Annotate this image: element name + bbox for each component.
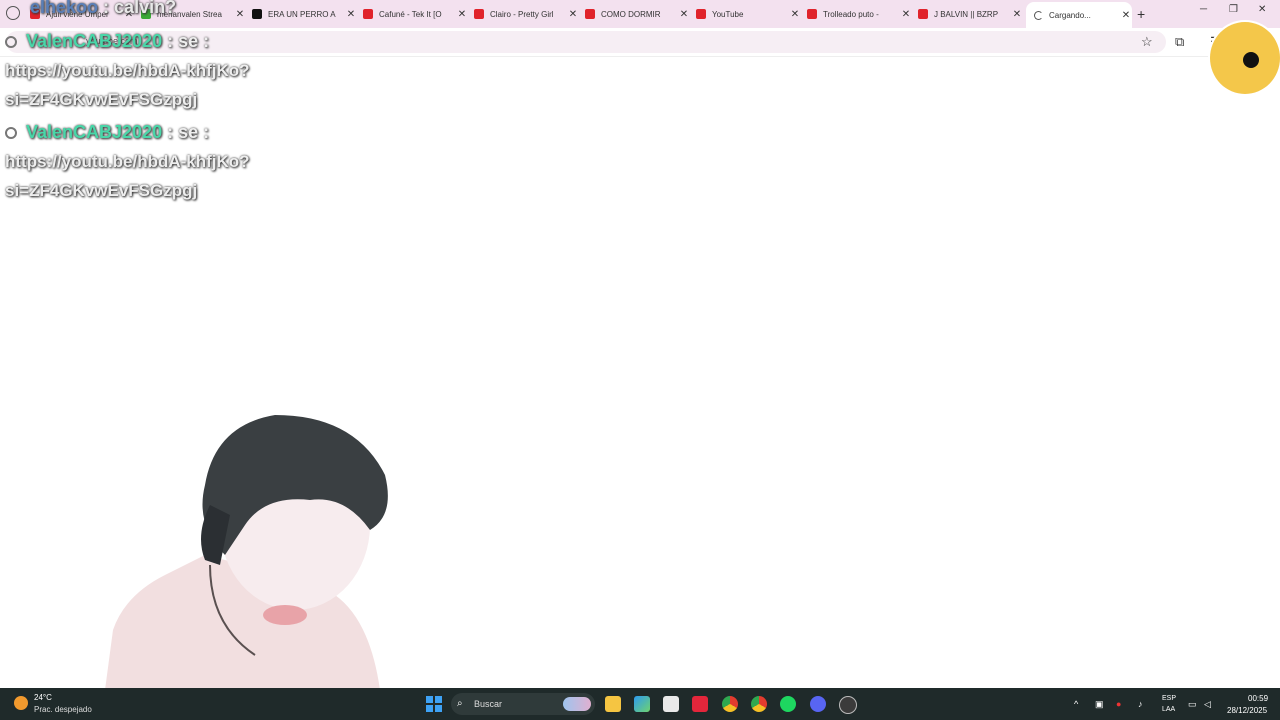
tab-title: Trolleado puto -	[823, 9, 879, 19]
discord-icon[interactable]	[810, 696, 826, 712]
profile-icon[interactable]	[6, 6, 20, 20]
search-placeholder: Buscar	[474, 699, 503, 709]
chat-badge-icon	[5, 127, 17, 140]
restore-icon[interactable]: ❐	[1229, 4, 1238, 15]
tab-title: ERA UN PERRO A	[268, 9, 336, 19]
browser-tab[interactable]: J BALVIN || BZRP ✕	[918, 4, 1023, 24]
chat-link[interactable]: https://youtu.be/hbdA-khfjKo?	[5, 61, 250, 81]
tab-title: Cargando...	[1049, 10, 1091, 20]
youtube-icon	[585, 9, 595, 19]
bookmark-star-icon[interactable]: ☆	[1141, 34, 1153, 50]
close-tab-icon[interactable]: ✕	[678, 9, 690, 20]
tray-status-icon[interactable]: ●	[1116, 699, 1121, 709]
chat-message-top: elhekoo : calvin?	[30, 0, 176, 18]
close-tab-icon[interactable]: ✕	[1120, 10, 1132, 21]
close-tab-icon[interactable]: ✕	[567, 9, 579, 20]
tab-title: COMO DORMIR	[601, 9, 661, 19]
browser-tab[interactable]: Cafuné - Tek It [O ✕	[363, 4, 468, 24]
chat-badge-icon	[5, 36, 17, 49]
tab-title: Clairo - Pretty Girl	[490, 9, 554, 19]
tab-title: J BALVIN || BZRP	[934, 9, 999, 19]
chrome-icon[interactable]	[722, 696, 738, 712]
youtube-icon	[918, 9, 928, 19]
wps-office-icon[interactable]	[692, 696, 708, 712]
weather-sun-icon[interactable]	[14, 696, 28, 710]
chat-username: ValenCABJ2020	[26, 122, 163, 142]
youtube-icon	[807, 9, 817, 19]
language-indicator[interactable]: ESP	[1162, 695, 1176, 702]
obs-icon[interactable]	[839, 696, 857, 714]
close-tab-icon[interactable]: ✕	[1011, 9, 1023, 20]
window-close-icon[interactable]: ✕	[1258, 4, 1266, 15]
browser-tab[interactable]: COMO DORMIR ✕	[585, 4, 690, 24]
search-highlight-icon	[563, 697, 591, 711]
tab-title: Cafuné - Tek It [O	[379, 9, 442, 19]
chat-link-continued[interactable]: si=ZF4GKvwEvFSGzpgj	[5, 90, 197, 110]
youtube-icon	[696, 9, 706, 19]
chat-message: ValenCABJ2020 : se :	[5, 31, 209, 52]
weather-temp[interactable]: 24°C	[34, 693, 52, 702]
youtube-icon	[363, 9, 373, 19]
chat-separator: : se :	[167, 122, 210, 142]
browser-tab[interactable]: Clairo - Pretty Girl ✕	[474, 4, 579, 24]
clock-time[interactable]: 00:59	[1248, 694, 1268, 703]
microphone-icon[interactable]: ♪	[1138, 699, 1143, 709]
copilot-icon[interactable]	[634, 696, 650, 712]
chat-separator: : se :	[167, 31, 210, 51]
tray-chevron-icon[interactable]: ^	[1074, 699, 1078, 709]
browser-tab[interactable]: Trolleado puto - ✕	[807, 4, 912, 24]
minimize-icon[interactable]: ─	[1200, 4, 1207, 15]
chat-username: ValenCABJ2020	[26, 31, 163, 51]
close-tab-icon[interactable]: ✕	[234, 9, 246, 20]
tray-app-icon[interactable]: ▣	[1095, 699, 1104, 710]
streamer-avatar	[1210, 22, 1280, 94]
chat-link[interactable]: https://youtu.be/hbdA-khfjKo?	[5, 152, 250, 172]
avatar-eye	[1243, 52, 1259, 68]
close-tab-icon[interactable]: ✕	[456, 9, 468, 20]
close-tab-icon[interactable]: ✕	[789, 9, 801, 20]
keyboard-layout[interactable]: LAA	[1162, 706, 1175, 713]
chat-message: ValenCABJ2020 : se :	[5, 122, 209, 143]
extensions-icon[interactable]: ⧉	[1175, 34, 1184, 50]
spotify-icon[interactable]	[780, 696, 796, 712]
network-icon[interactable]: ▭	[1188, 699, 1197, 710]
volume-icon[interactable]: ◁	[1204, 699, 1211, 710]
start-button[interactable]	[426, 696, 442, 712]
youtube-icon	[474, 9, 484, 19]
browser-tab[interactable]: ERA UN PERRO A ✕	[252, 4, 357, 24]
browser-tab[interactable]: YouTube ✕	[696, 4, 801, 24]
new-tab-button[interactable]: +	[1137, 6, 1145, 22]
chat-username: elhekoo	[30, 0, 99, 17]
loading-icon	[1034, 10, 1043, 20]
close-tab-icon[interactable]: ✕	[345, 9, 357, 20]
search-icon: ⌕	[457, 698, 463, 709]
clock-date[interactable]: 28/12/2025	[1227, 706, 1267, 715]
chat-link-continued[interactable]: si=ZF4GKvwEvFSGzpgj	[5, 181, 197, 201]
tab-title: YouTube	[712, 9, 744, 19]
chat-text: : calvin?	[103, 0, 177, 17]
browser-tabstrip: Ajuii viene Umper ✕ merianvalen Strea ✕ …	[0, 0, 1280, 28]
file-explorer-icon[interactable]	[605, 696, 621, 712]
webcam-person	[105, 415, 388, 690]
chrome-icon[interactable]	[751, 696, 767, 712]
tiktok-icon	[252, 9, 262, 19]
browser-tab-active[interactable]: Cargando... ✕	[1026, 2, 1132, 28]
store-icon[interactable]	[663, 696, 679, 712]
weather-desc[interactable]: Prac. despejado	[34, 705, 92, 714]
close-tab-icon[interactable]: ✕	[900, 9, 912, 20]
